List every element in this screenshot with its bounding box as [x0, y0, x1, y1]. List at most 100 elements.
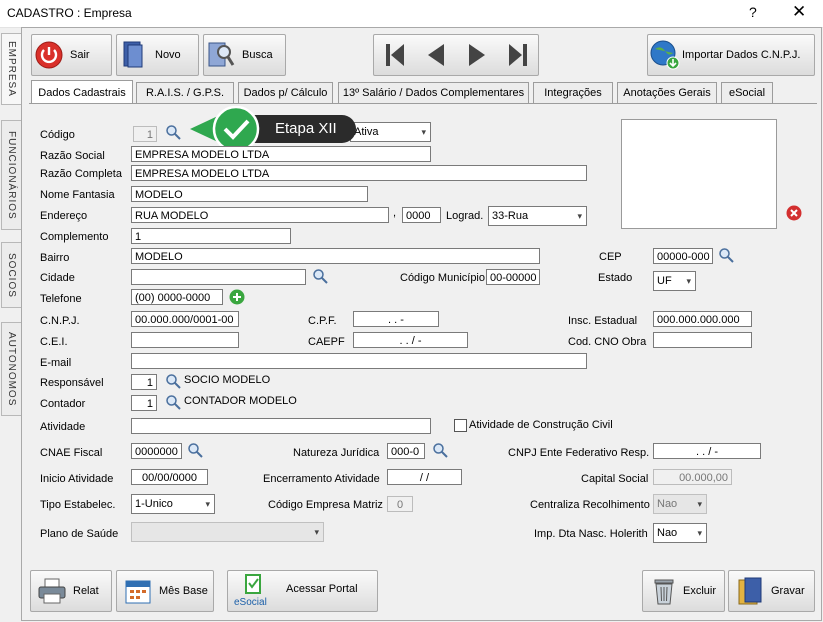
first-record-icon[interactable] [374, 38, 415, 72]
razao-completa-label: Razão Completa [40, 168, 122, 180]
codigo-field[interactable]: 1 [133, 126, 157, 142]
plano-saude-select[interactable]: ▾ [131, 522, 324, 542]
chevron-down-icon: ▾ [686, 276, 691, 286]
side-tab-autonomos[interactable]: AUTONOMOS [1, 322, 21, 416]
razao-completa-field[interactable]: EMPRESA MODELO LTDA [131, 165, 587, 181]
remove-logo-icon[interactable] [786, 205, 802, 224]
contador-field[interactable]: 1 [131, 395, 157, 411]
tab-decimo-terceiro[interactable]: 13º Salário / Dados Complementares [338, 82, 529, 103]
cidade-search-icon[interactable] [312, 268, 328, 287]
importar-cnpj-button[interactable]: Importar Dados C.N.P.J. [647, 34, 815, 76]
busca-button[interactable]: Busca [203, 34, 286, 76]
imp-dta-label: Imp. Dta Nasc. Holerith [534, 528, 648, 540]
last-record-icon[interactable] [497, 38, 538, 72]
contador-name: CONTADOR MODELO [184, 395, 297, 407]
endereco-label: Endereço [40, 210, 88, 222]
mes-base-label: Mês Base [159, 585, 208, 597]
novo-button[interactable]: Novo [116, 34, 199, 76]
codigo-municipio-field[interactable]: 00-00000 [486, 269, 540, 285]
tab-dados-calculo[interactable]: Dados p/ Cálculo [238, 82, 333, 103]
caepf-field[interactable]: . . / - [353, 332, 468, 348]
tab-integracoes[interactable]: Integrações [533, 82, 613, 103]
nome-fantasia-field[interactable]: MODELO [131, 186, 368, 202]
imp-dta-select[interactable]: Nao ▾ [653, 523, 707, 543]
chevron-down-icon: ▾ [697, 528, 702, 538]
centraliza-select[interactable]: Nao ▾ [653, 494, 707, 514]
endereco-separator: , [393, 207, 397, 219]
cnae-field[interactable]: 0000000 [131, 443, 182, 459]
responsavel-field[interactable]: 1 [131, 374, 157, 390]
logo-image-box[interactable] [621, 119, 777, 229]
codigo-search-icon[interactable] [165, 124, 181, 143]
side-tab-empresa[interactable]: EMPRESA [1, 33, 21, 105]
excluir-label: Excluir [683, 585, 717, 597]
relat-button[interactable]: Relat [30, 570, 112, 612]
mes-base-button[interactable]: Mês Base [116, 570, 214, 612]
tipo-estab-value: 1-Unico [135, 498, 173, 510]
bairro-field[interactable]: MODELO [131, 248, 540, 264]
razao-social-label: Razão Social [40, 150, 105, 162]
cei-field[interactable] [131, 332, 239, 348]
capital-field[interactable]: 00.000,00 [653, 469, 732, 485]
telefone-field[interactable]: (00) 0000-0000 [131, 289, 223, 305]
natureza-field[interactable]: 000-0 [387, 443, 425, 459]
insc-estadual-field[interactable]: 000.000.000.000 [653, 311, 752, 327]
atividade-field[interactable] [131, 418, 431, 434]
cep-search-icon[interactable] [718, 247, 734, 266]
cnae-search-icon[interactable] [187, 442, 203, 461]
sair-button[interactable]: Sair [31, 34, 112, 76]
gravar-label: Gravar [771, 585, 805, 597]
contador-search-icon[interactable] [165, 394, 181, 413]
lograd-value: 33-Rua [492, 210, 529, 222]
inicio-field[interactable]: 00/00/0000 [131, 469, 208, 485]
lograd-select[interactable]: 33-Rua ▾ [488, 206, 587, 226]
cpf-field[interactable]: . . - [353, 311, 439, 327]
razao-social-field[interactable]: EMPRESA MODELO LTDA [131, 146, 431, 162]
tab-anotacoes-gerais[interactable]: Anotações Gerais [617, 82, 717, 103]
cnpj-label: C.N.P.J. [40, 315, 80, 327]
atividade-construcao-checkbox[interactable] [454, 419, 467, 432]
cod-matriz-field[interactable]: 0 [387, 496, 413, 512]
calendar-icon [121, 574, 155, 608]
natureza-label: Natureza Jurídica [293, 447, 380, 459]
tipo-estab-select[interactable]: 1-Unico ▾ [131, 494, 215, 514]
tab-esocial[interactable]: eSocial [721, 82, 773, 103]
plano-saude-label: Plano de Saúde [40, 528, 119, 540]
add-phone-icon[interactable] [229, 289, 245, 308]
chevron-down-icon: ▾ [577, 211, 582, 221]
tab-dados-cadastrais[interactable]: Dados Cadastrais [31, 80, 133, 105]
cod-matriz-label: Código Empresa Matriz [268, 499, 383, 511]
printer-icon [35, 574, 69, 608]
endereco-numero-field[interactable]: 0000 [402, 207, 441, 223]
endereco-field[interactable]: RUA MODELO [131, 207, 389, 223]
estado-value: UF [657, 275, 672, 287]
cidade-field[interactable] [131, 269, 306, 285]
cep-field[interactable]: 00000-000 [653, 248, 713, 264]
responsavel-search-icon[interactable] [165, 373, 181, 392]
side-tab-funcionarios[interactable]: FUNCIONÁRIOS [1, 120, 21, 230]
cnpj-field[interactable]: 00.000.000/0001-00 [131, 311, 239, 327]
cnpj-ente-field[interactable]: . . / - [653, 443, 761, 459]
side-tab-socios[interactable]: SOCIOS [1, 242, 21, 308]
email-label: E-mail [40, 357, 72, 369]
close-window-button[interactable]: ✕ [792, 2, 806, 22]
cod-cno-field[interactable] [653, 332, 752, 348]
acessar-portal-button[interactable]: eSocial Acessar Portal [227, 570, 378, 612]
status-select[interactable]: Ativa ▾ [350, 122, 431, 142]
capital-label: Capital Social [581, 473, 649, 485]
next-record-icon[interactable] [456, 38, 497, 72]
esocial-logo-text: eSocial [234, 597, 267, 608]
previous-record-icon[interactable] [415, 38, 456, 72]
excluir-button[interactable]: Excluir [642, 570, 725, 612]
complemento-field[interactable]: 1 [131, 228, 291, 244]
telefone-label: Telefone [40, 293, 82, 305]
tab-rais-gps[interactable]: R.A.I.S. / G.P.S. [136, 82, 234, 103]
estado-select[interactable]: UF ▾ [653, 271, 696, 291]
encerramento-field[interactable]: / / [387, 469, 462, 485]
help-button[interactable]: ? [749, 4, 757, 20]
natureza-search-icon[interactable] [432, 442, 448, 461]
chevron-down-icon: ▾ [314, 527, 319, 537]
chevron-down-icon: ▾ [205, 499, 210, 509]
gravar-button[interactable]: Gravar [728, 570, 815, 612]
email-field[interactable] [131, 353, 587, 369]
